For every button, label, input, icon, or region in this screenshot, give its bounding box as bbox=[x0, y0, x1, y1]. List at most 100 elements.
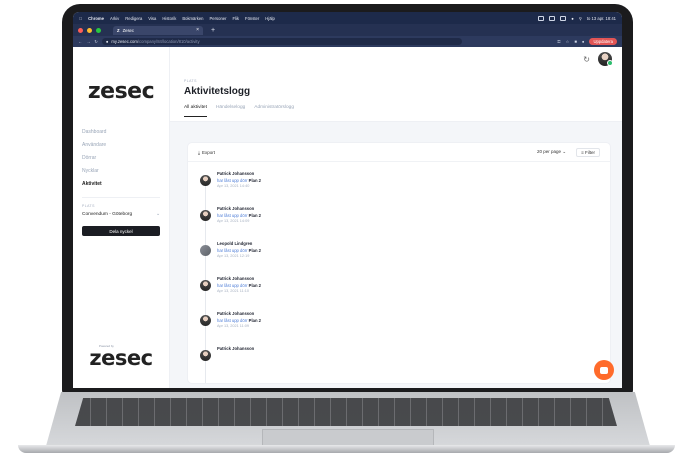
menubar-clock[interactable]: to 13 apr. 18:41 bbox=[587, 16, 616, 21]
mac-menubar:  Chrome Arkiv Redigera Visa Historik Bo… bbox=[73, 12, 622, 24]
menubar-item-flik[interactable]: Flik bbox=[233, 16, 240, 21]
filter-button[interactable]: ≡ Filter bbox=[576, 147, 600, 157]
entry-user-name[interactable]: Patrick Johansson bbox=[217, 346, 254, 351]
place-select[interactable]: Convendum - Göteborg ⌄ bbox=[73, 212, 169, 217]
update-button[interactable]: Uppdatera bbox=[589, 38, 617, 45]
download-icon: ⤓ bbox=[198, 149, 200, 155]
entry-user-name[interactable]: Patrick Johansson bbox=[217, 311, 261, 316]
menubar-item-visa[interactable]: Visa bbox=[148, 16, 156, 21]
per-page-select[interactable]: 20 per page ⌄ bbox=[537, 149, 566, 155]
extension-icon[interactable]: ■ bbox=[574, 39, 577, 44]
menubar-item-hjalp[interactable]: Hjälp bbox=[265, 16, 275, 21]
sidebar-nav: Dashboard Användare Dörrar Nycklar Aktiv… bbox=[73, 126, 169, 191]
place-label: PLATS bbox=[82, 204, 95, 208]
entry-target[interactable]: Plan 2 bbox=[249, 248, 261, 253]
online-status-dot bbox=[607, 60, 613, 66]
sidebar-item-keys[interactable]: Nycklar bbox=[82, 165, 169, 178]
status-icon[interactable] bbox=[549, 15, 556, 21]
chevron-down-icon: ⌄ bbox=[562, 149, 567, 154]
activity-entry[interactable]: Patrick Johansson har låst upp dörr Plan… bbox=[200, 308, 598, 343]
place-value: Convendum - Göteborg bbox=[82, 212, 133, 217]
refresh-icon[interactable]: ↻ bbox=[583, 55, 590, 64]
profile-icon[interactable]: ● bbox=[582, 39, 585, 44]
app-topbar: ↻ bbox=[170, 47, 622, 71]
sidebar-item-users[interactable]: Användare bbox=[82, 139, 169, 152]
entry-user-name[interactable]: Patrick Johansson bbox=[217, 276, 261, 281]
page-kicker: PLATS bbox=[184, 79, 197, 83]
user-avatar[interactable] bbox=[598, 52, 613, 66]
entry-timestamp: Apr 13, 2021 14:09 bbox=[217, 219, 250, 223]
tab-admin-log[interactable]: Administratörslogg bbox=[254, 105, 294, 117]
keyboard bbox=[75, 398, 617, 426]
wifi-icon[interactable]: ● bbox=[571, 16, 574, 21]
activity-entry[interactable]: Patrick Johansson har låst upp dörr Plan… bbox=[200, 203, 598, 238]
user-avatar bbox=[200, 350, 211, 361]
export-label: Export bbox=[202, 149, 216, 155]
star-icon[interactable]: ☆ bbox=[566, 39, 570, 44]
entry-user-name[interactable]: Leopold Lindgren bbox=[217, 241, 261, 246]
back-icon[interactable]: ← bbox=[78, 39, 82, 44]
entry-target[interactable]: Plan 2 bbox=[249, 213, 261, 218]
apple-icon[interactable]:  bbox=[79, 16, 82, 21]
page-header: PLATS Aktivitetslogg All aktivitet Hände… bbox=[170, 71, 622, 122]
browser-tab[interactable]: Z Zesec × bbox=[113, 25, 203, 35]
chat-launcher-button[interactable] bbox=[594, 360, 614, 380]
sidebar-item-activity[interactable]: Aktivitet bbox=[82, 178, 169, 191]
lock-icon: ● bbox=[105, 39, 109, 44]
activity-entry[interactable]: Patrick Johansson har låst upp dörr Plan… bbox=[200, 168, 598, 203]
tab-all-activity[interactable]: All aktivitet bbox=[184, 105, 207, 117]
tab-close-icon[interactable]: × bbox=[196, 27, 199, 33]
page-title: Aktivitetslogg bbox=[184, 86, 251, 97]
per-page-value: 20 per page bbox=[537, 149, 562, 154]
entry-action: har låst upp dörr bbox=[217, 317, 248, 323]
window-zoom-button[interactable] bbox=[96, 27, 101, 33]
entry-action: har låst upp dörr bbox=[217, 282, 248, 288]
filter-label: Filter bbox=[585, 149, 595, 155]
reload-icon[interactable]: ↻ bbox=[94, 39, 98, 44]
sidebar-item-dashboard[interactable]: Dashboard bbox=[82, 126, 169, 139]
menubar-item-bokmarken[interactable]: Bokmärken bbox=[182, 16, 203, 21]
menubar-item-fonster[interactable]: Fönster bbox=[245, 16, 259, 21]
entry-user-name[interactable]: Patrick Johansson bbox=[217, 171, 261, 176]
window-minimize-button[interactable] bbox=[87, 27, 92, 33]
browser-tabbar: Z Zesec × + bbox=[73, 24, 622, 36]
menubar-item-historik[interactable]: Historik bbox=[162, 16, 176, 21]
activity-entry[interactable]: Patrick Johansson bbox=[200, 343, 598, 378]
menubar-item-redigera[interactable]: Redigera bbox=[125, 16, 142, 21]
status-icon[interactable] bbox=[538, 15, 545, 21]
share-key-button[interactable]: Dela nyckel bbox=[82, 226, 160, 236]
menubar-item-arkiv[interactable]: Arkiv bbox=[110, 16, 119, 21]
export-button[interactable]: ⤓ Export bbox=[198, 150, 215, 155]
tab-title: Zesec bbox=[122, 27, 134, 33]
entry-target[interactable]: Plan 2 bbox=[249, 283, 261, 288]
main-content: ↻ PLATS Aktivitetslogg All aktivitet Hän… bbox=[170, 47, 622, 388]
entry-target[interactable]: Plan 2 bbox=[249, 318, 261, 323]
entry-target[interactable]: Plan 2 bbox=[249, 178, 261, 183]
entry-timestamp: Apr 13, 2021 14:40 bbox=[217, 184, 250, 188]
filter-icon: ≡ bbox=[581, 149, 584, 155]
browser-toolbar: ← → ↻ ● my.zesec.com /company/84/locatio… bbox=[73, 36, 622, 47]
user-avatar bbox=[200, 315, 211, 326]
screen:  Chrome Arkiv Redigera Visa Historik Bo… bbox=[73, 12, 622, 388]
window-close-button[interactable] bbox=[78, 27, 83, 33]
user-avatar bbox=[200, 175, 211, 186]
entry-action: har låst upp dörr bbox=[217, 247, 248, 253]
toolbar-actions: ⚿ ☆ ■ ● Uppdatera bbox=[557, 38, 617, 45]
new-tab-button[interactable]: + bbox=[211, 27, 215, 34]
sidebar-item-doors[interactable]: Dörrar bbox=[82, 152, 169, 165]
menubar-item-personer[interactable]: Personer bbox=[210, 16, 227, 21]
search-icon[interactable]: ⚲ bbox=[579, 16, 582, 21]
tab-event-log[interactable]: Händelselogg bbox=[216, 105, 245, 117]
battery-icon[interactable] bbox=[560, 15, 567, 21]
key-icon[interactable]: ⚿ bbox=[557, 39, 560, 44]
url-host: my.zesec.com bbox=[111, 39, 138, 44]
entry-user-name[interactable]: Patrick Johansson bbox=[217, 206, 261, 211]
activity-entry[interactable]: Leopold Lindgren har låst upp dörr Plan … bbox=[200, 238, 598, 273]
zesec-logo[interactable]: zesec bbox=[73, 79, 169, 104]
activity-feed: Patrick Johansson har låst upp dörr Plan… bbox=[188, 162, 610, 383]
menubar-app-name[interactable]: Chrome bbox=[88, 16, 104, 21]
sidebar: zesec Dashboard Användare Dörrar Nycklar… bbox=[73, 47, 170, 388]
forward-icon[interactable]: → bbox=[86, 39, 90, 44]
address-bar[interactable]: ● my.zesec.com /company/84/location/810/… bbox=[101, 38, 462, 45]
activity-entry[interactable]: Patrick Johansson har låst upp dörr Plan… bbox=[200, 273, 598, 308]
